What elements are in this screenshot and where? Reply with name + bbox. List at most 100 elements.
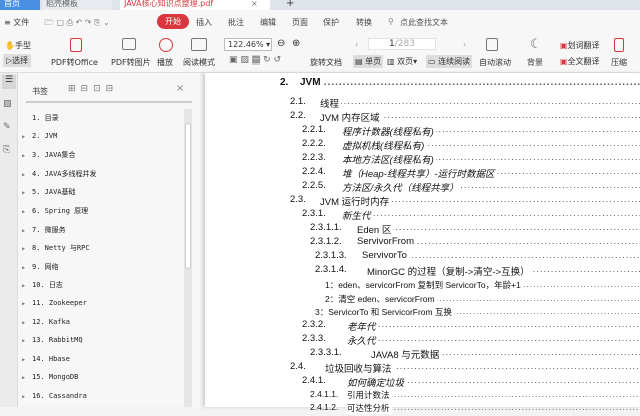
menu-edit[interactable]: 编辑 (260, 17, 276, 28)
full-translate-button[interactable]: ▣全文翻译 (560, 56, 600, 67)
pdf-to-image-button[interactable]: PDF转图片 (111, 57, 151, 68)
toc-entry[interactable]: 2.3.1.1. Eden 区..........................… (205, 222, 640, 236)
bookmark-item[interactable]: ▶ 3. JAVA集合 (22, 150, 76, 160)
background-button[interactable]: 背景 (527, 57, 543, 68)
auto-scroll-button[interactable]: 自动滚动 (479, 57, 511, 68)
bookmark-item[interactable]: ▶ 6. Spring 原理 (22, 206, 88, 216)
play-button[interactable]: 播放 (157, 57, 173, 68)
zoom-in-icon[interactable]: ⊕ (292, 38, 300, 49)
bookmark-item[interactable]: ▶ 7. 微服务 (22, 225, 66, 235)
expand-arrow-icon[interactable]: ▶ (22, 265, 32, 271)
expand-arrow-icon[interactable]: ▶ (22, 209, 32, 215)
expand-arrow-icon[interactable]: ▶ (22, 134, 32, 140)
expand-arrow-icon[interactable]: ▶ (22, 320, 32, 326)
scrollbar-thumb[interactable] (185, 123, 191, 269)
toc-entry[interactable]: 2.4.1. 如何确定垃圾............................… (205, 375, 640, 389)
expand-arrow-icon[interactable]: ▶ (22, 301, 32, 307)
single-page-button[interactable]: ▤ 单页 (353, 55, 384, 68)
toc-entry[interactable]: 2. JVM...................................… (205, 77, 640, 91)
file-menu[interactable]: ≡ 文件 (4, 17, 29, 28)
page-number-input[interactable]: 1/283 (368, 38, 436, 50)
menu-start[interactable]: 开始 (157, 14, 189, 29)
toc-entry[interactable]: 2.3.1.3. ServivorTo......................… (205, 250, 640, 264)
bookmark-tool-icons[interactable]: ⊞⊟⊡⊟ (68, 84, 118, 94)
close-panel-icon[interactable]: × (176, 83, 184, 94)
scrollbar[interactable] (184, 109, 192, 407)
expand-arrow-icon[interactable]: ▶ (22, 375, 32, 381)
bookmark-panel-icon[interactable]: ☰ (2, 75, 16, 89)
continuous-read-button[interactable]: ▭ 连续阅读 (426, 55, 473, 68)
pdf-to-office-button[interactable]: PDF转Office (51, 57, 98, 68)
menu-insert[interactable]: 插入 (196, 17, 212, 28)
zoom-select[interactable]: 122.46% ▾ (224, 38, 272, 51)
toc-entry[interactable]: 2.4.1.1. 引用计数法...........................… (205, 389, 640, 403)
toc-entry[interactable]: 2.3.3. 永久代...............................… (205, 333, 640, 347)
expand-arrow-icon[interactable]: ▶ (22, 190, 32, 196)
toc-entry[interactable]: 2.3.1.4.MinorGC 的过程（复制->清空->互换）.........… (205, 264, 640, 278)
bookmark-item[interactable]: ▶ 15. MongoDB (22, 373, 78, 381)
bookmark-item[interactable]: ▶ 2. JVM (22, 132, 57, 140)
menu-convert[interactable]: 转换 (356, 17, 372, 28)
expand-arrow-icon[interactable]: ▶ (22, 228, 32, 234)
toc-entry[interactable]: 2.1. 线程..................................… (205, 96, 640, 110)
quick-access-icons[interactable]: 🗁 ▢ ⎙ ↶ ↷ ⎘ ⌄ (44, 17, 110, 31)
toc-entry[interactable]: 2.3.1. 新生代...............................… (205, 208, 640, 222)
bookmark-item[interactable]: 1. 目录 (22, 113, 59, 123)
expand-arrow-icon[interactable]: ▶ (22, 394, 32, 400)
prev-page-button[interactable]: ‹ (355, 40, 358, 49)
view-fit-icons[interactable]: ▣ ▨ ▤ ↻ ↺ (229, 55, 281, 65)
bookmark-item[interactable]: ▶ 13. RabbitMQ (22, 336, 83, 344)
expand-arrow-icon[interactable]: ▶ (22, 283, 32, 289)
bookmark-item[interactable]: ▶ 8. Netty 与RPC (22, 243, 90, 253)
zoom-out-icon[interactable]: ⊖ (277, 38, 285, 49)
hand-tool[interactable]: ✋手型 (5, 40, 31, 51)
new-tab-icon[interactable]: + (282, 0, 296, 10)
toc-entry[interactable]: 3：ServicorTo 和 ServicorFrom 互换..........… (205, 306, 640, 320)
annotation-icon[interactable]: ✎ (3, 122, 11, 132)
toc-entry[interactable]: 2.2.5. 方法区/永久代（线程共享）.....................… (205, 180, 640, 194)
toc-entry[interactable]: 2.3. JVM 运行时内存...........................… (205, 194, 640, 208)
toc-entry[interactable]: 2.3.1.2. ServivorFrom....................… (205, 236, 640, 250)
tab-templates[interactable]: 稻壳模板 (42, 0, 112, 10)
toc-entry[interactable]: 2.4. 垃圾回收与算法.............................… (205, 361, 640, 375)
bookmark-item[interactable]: ▶ 16. Cassandra (22, 392, 87, 400)
bookmark-item[interactable]: ▶ 11. Zookeeper (22, 299, 87, 307)
document-icon[interactable]: ⎘ (3, 145, 10, 155)
search-text-input[interactable]: 点此查找文本 (400, 17, 448, 28)
expand-arrow-icon[interactable]: ▶ (22, 246, 32, 252)
toc-entry[interactable]: 2.2.1. 程序计数器(线程私有).......................… (205, 124, 640, 138)
toc-entry[interactable]: 2.3.2. 老年代...............................… (205, 319, 640, 333)
toc-entry[interactable]: 2.2.3. 本地方法区(线程私有).......................… (205, 152, 640, 166)
close-tab-icon[interactable]: × (247, 0, 267, 10)
bookmark-item[interactable]: ▶ 4. JAVA多线程并发 (22, 169, 97, 179)
expand-arrow-icon[interactable]: ▶ (22, 153, 32, 159)
compress-button[interactable]: 压缩 (611, 57, 627, 68)
toc-entry[interactable]: 1：eden、servicorFrom 复制到 ServicorTo，年龄+1.… (205, 279, 640, 293)
bookmark-item[interactable]: ▶ 9. 网络 (22, 262, 59, 272)
bookmark-item[interactable]: ▶ 5. JAVA基础 (22, 187, 76, 197)
expand-arrow-icon[interactable]: ▶ (22, 172, 32, 178)
read-mode-button[interactable]: 阅读模式 (183, 57, 215, 68)
select-tool[interactable]: ▷选择 (3, 54, 32, 67)
toc-entry[interactable]: 2.2. JVM 内存区域............................… (205, 110, 640, 124)
toc-entry[interactable]: 2.2.2. 虚拟机栈(线程私有)........................… (205, 138, 640, 152)
tab-home[interactable]: 首页 (0, 0, 40, 10)
toc-entry[interactable]: 2.3.3.1. JAVA8 与元数据......................… (205, 347, 640, 361)
toc-entry[interactable]: 2.2.4. 堆（Heap-线程共享）-运行时数据区...............… (205, 166, 640, 180)
menu-comment[interactable]: 批注 (228, 17, 244, 28)
toc-number: 2.4.1.1. (310, 389, 339, 399)
toc-entry[interactable]: 2.4.1.2. 可达性分析...........................… (205, 402, 640, 416)
thumbnail-icon[interactable]: ▨ (3, 99, 12, 109)
expand-arrow-icon[interactable]: ▶ (22, 357, 32, 363)
menu-protect[interactable]: 保护 (323, 17, 339, 28)
next-page-button[interactable]: › (463, 40, 466, 49)
rotate-document-button[interactable]: 旋转文档 (310, 57, 342, 68)
bookmark-item[interactable]: ▶ 10. 日志 (22, 280, 63, 290)
toc-entry[interactable]: 2：清空 eden、servicorFrom..................… (205, 293, 640, 307)
double-page-button[interactable]: ▥ 双页▾ (387, 56, 417, 67)
menu-page[interactable]: 页面 (292, 17, 308, 28)
bookmark-item[interactable]: ▶ 12. Kafka (22, 318, 70, 326)
expand-arrow-icon[interactable]: ▶ (22, 338, 32, 344)
word-translate-button[interactable]: ▣划词翻译 (560, 40, 600, 51)
bookmark-item[interactable]: ▶ 14. Hbase (22, 355, 70, 363)
